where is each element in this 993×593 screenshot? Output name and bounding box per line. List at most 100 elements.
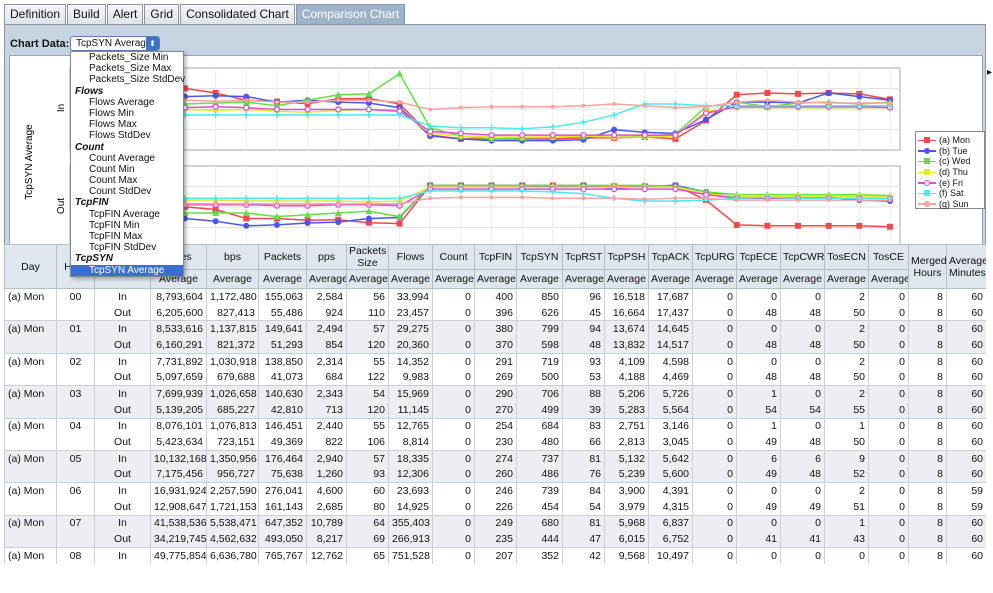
data-point: [765, 198, 770, 203]
table-cell: 246: [474, 482, 517, 499]
table-row[interactable]: (a) Mon 00 In 8,793,604 1,172,480 155,063 2,58…: [4, 287, 986, 305]
dropdown-option[interactable]: TcpFIN StdDev: [71, 242, 183, 253]
table-cell: 6,837: [648, 514, 693, 532]
dropdown-option[interactable]: Flows StdDev: [71, 130, 183, 141]
data-point: [825, 222, 832, 229]
dropdown-option[interactable]: Flows Min: [71, 108, 183, 119]
table-row[interactable]: Out 34,219,745 4,562,632 493,050 8,217 69 266,…: [4, 531, 986, 548]
data-point: [335, 219, 342, 226]
table-cell: In: [94, 385, 151, 402]
table-cell: 48: [780, 434, 825, 451]
dropdown-option[interactable]: Packets_Size Min: [71, 52, 183, 63]
column-header[interactable]: Count: [432, 244, 475, 270]
tab-consolidated-chart[interactable]: Consolidated Chart: [180, 4, 295, 24]
tab-alert[interactable]: Alert: [106, 4, 144, 24]
column-header[interactable]: TcpRST: [562, 244, 605, 270]
table-cell: 260: [474, 466, 517, 483]
table-cell: 0: [692, 434, 737, 451]
column-header[interactable]: TosECN: [824, 244, 869, 270]
table-row[interactable]: (a) Mon 04 In 8,076,101 1,076,813 146,451 2,44…: [4, 417, 986, 435]
table-cell: 0: [432, 352, 475, 370]
dropdown-option[interactable]: Packets_Size StdDev: [71, 74, 185, 85]
table-cell: 81: [562, 449, 605, 467]
table-row[interactable]: Out 6,160,291 821,372 51,293 854 120 20,360 0 37…: [4, 337, 986, 354]
data-point: [887, 223, 893, 230]
column-header[interactable]: Packets Size: [346, 244, 389, 270]
dropdown-option[interactable]: Count Max: [71, 175, 183, 186]
column-header[interactable]: pps: [306, 244, 347, 270]
table-cell: 0: [432, 531, 475, 548]
table-cell: 93: [562, 352, 605, 370]
table-cell: 1,026,658: [206, 385, 259, 402]
table-cell: 0: [692, 320, 737, 338]
tab-definition[interactable]: Definition: [4, 4, 67, 24]
table-row[interactable]: (a) Mon 07 In 41,538,536 5,538,471 647,352 10,…: [4, 514, 986, 532]
column-header[interactable]: bps: [206, 244, 259, 270]
column-header[interactable]: Flows: [388, 244, 433, 270]
tab-grid[interactable]: Grid: [144, 4, 180, 24]
table-cell: 16,664: [604, 304, 649, 321]
table-row[interactable]: (a) Mon 03 In 7,699,939 1,026,658 140,630 2,34…: [4, 385, 986, 402]
column-header[interactable]: Day: [4, 244, 57, 289]
data-point: [796, 198, 801, 203]
dropdown-option[interactable]: Flows Max: [71, 119, 183, 130]
table-row[interactable]: Out 7,175,456 956,727 75,638 1,260 93 12,306 0 2…: [4, 466, 986, 483]
dropdown-option[interactable]: Flows Average: [71, 97, 183, 108]
table-row[interactable]: Out 5,097,659 679,688 41,073 684 122 9,983 0 269…: [4, 369, 986, 386]
table-row[interactable]: (a) Mon 02 In 7,731,892 1,030,918 138,850 2,31…: [4, 352, 986, 370]
dropdown-option[interactable]: Count Average: [71, 153, 183, 164]
chart-data-select[interactable]: TcpSYN Average ⬍: [70, 36, 160, 51]
dropdown-option[interactable]: Count Min: [71, 164, 183, 175]
scroll-right-icon[interactable]: ▸: [987, 67, 992, 78]
table-cell: 176,464: [258, 449, 307, 467]
column-header[interactable]: TcpECE: [736, 244, 781, 270]
tab-comparison-chart[interactable]: Comparison Chart: [295, 4, 406, 24]
column-header[interactable]: TcpPSH: [604, 244, 649, 270]
chevron-updown-icon[interactable]: ⬍: [146, 37, 159, 50]
table-cell: 5,968: [604, 514, 649, 532]
table-cell: 161,143: [258, 498, 307, 516]
table-cell: 0: [736, 287, 781, 305]
table-cell: 06: [56, 482, 95, 499]
column-header[interactable]: TcpACK: [648, 244, 693, 270]
table-cell: [4, 498, 57, 516]
column-header[interactable]: TcpSYN: [516, 244, 563, 270]
table-row[interactable]: Out 6,205,600 827,413 55,486 924 110 23,457 0 39…: [4, 304, 986, 321]
column-header[interactable]: TcpFIN: [474, 244, 517, 270]
table-cell: 48: [736, 337, 781, 354]
table-cell: 0: [432, 482, 475, 499]
table-cell: 57: [346, 449, 389, 467]
column-header[interactable]: TosCE: [868, 244, 909, 270]
table-row[interactable]: (a) Mon 08 In 49,775,854 6,636,780 765,767 12,…: [4, 546, 986, 564]
table-row[interactable]: (a) Mon 01 In 8,533,616 1,137,815 149,641 2,49…: [4, 320, 986, 338]
table-row[interactable]: (a) Mon 05 In 10,132,168 1,350,956 176,464 2,9…: [4, 449, 986, 467]
column-header[interactable]: Packets: [258, 244, 307, 270]
dropdown-option[interactable]: Packets_Size Max: [71, 63, 183, 74]
legend-item: (e) Fri: [916, 177, 984, 188]
column-header[interactable]: TcpURG: [692, 244, 737, 270]
data-point: [336, 98, 341, 103]
table-cell: 1,721,153: [206, 498, 259, 516]
dropdown-option[interactable]: TcpFIN Min: [71, 220, 183, 231]
dropdown-option[interactable]: TcpSYN Average: [71, 264, 183, 276]
table-row[interactable]: Out 5,139,205 685,227 42,810 713 120 11,145 0 27…: [4, 401, 986, 418]
table-row[interactable]: (a) Mon 06 In 16,931,924 2,257,590 276,041 4,6…: [4, 482, 986, 499]
table-cell: 13,832: [604, 337, 649, 354]
tab-build[interactable]: Build: [67, 4, 106, 24]
legend-label: (b) Tue: [939, 145, 968, 156]
dropdown-option[interactable]: TcpFIN Max: [71, 231, 183, 242]
table-cell: 679,688: [206, 369, 259, 386]
table-row[interactable]: Out 12,908,647 1,721,153 161,143 2,685 80 14,9…: [4, 498, 986, 516]
table-cell: 1: [824, 417, 869, 435]
column-header[interactable]: Average Minutes: [946, 244, 986, 289]
table-cell: 0: [736, 482, 781, 499]
table-cell: 8: [908, 498, 947, 516]
table-cell: 8: [908, 514, 947, 532]
column-header[interactable]: TcpCWR: [780, 244, 825, 270]
dropdown-option[interactable]: Count StdDev: [71, 186, 183, 197]
table-cell: 16,931,924: [150, 482, 207, 499]
column-header[interactable]: Merged Hours: [908, 244, 947, 289]
table-row[interactable]: Out 5,423,634 723,151 49,369 822 106 8,814 0 230…: [4, 434, 986, 451]
dropdown-option[interactable]: TcpFIN Average: [71, 209, 183, 220]
table-cell: 120: [346, 401, 389, 418]
